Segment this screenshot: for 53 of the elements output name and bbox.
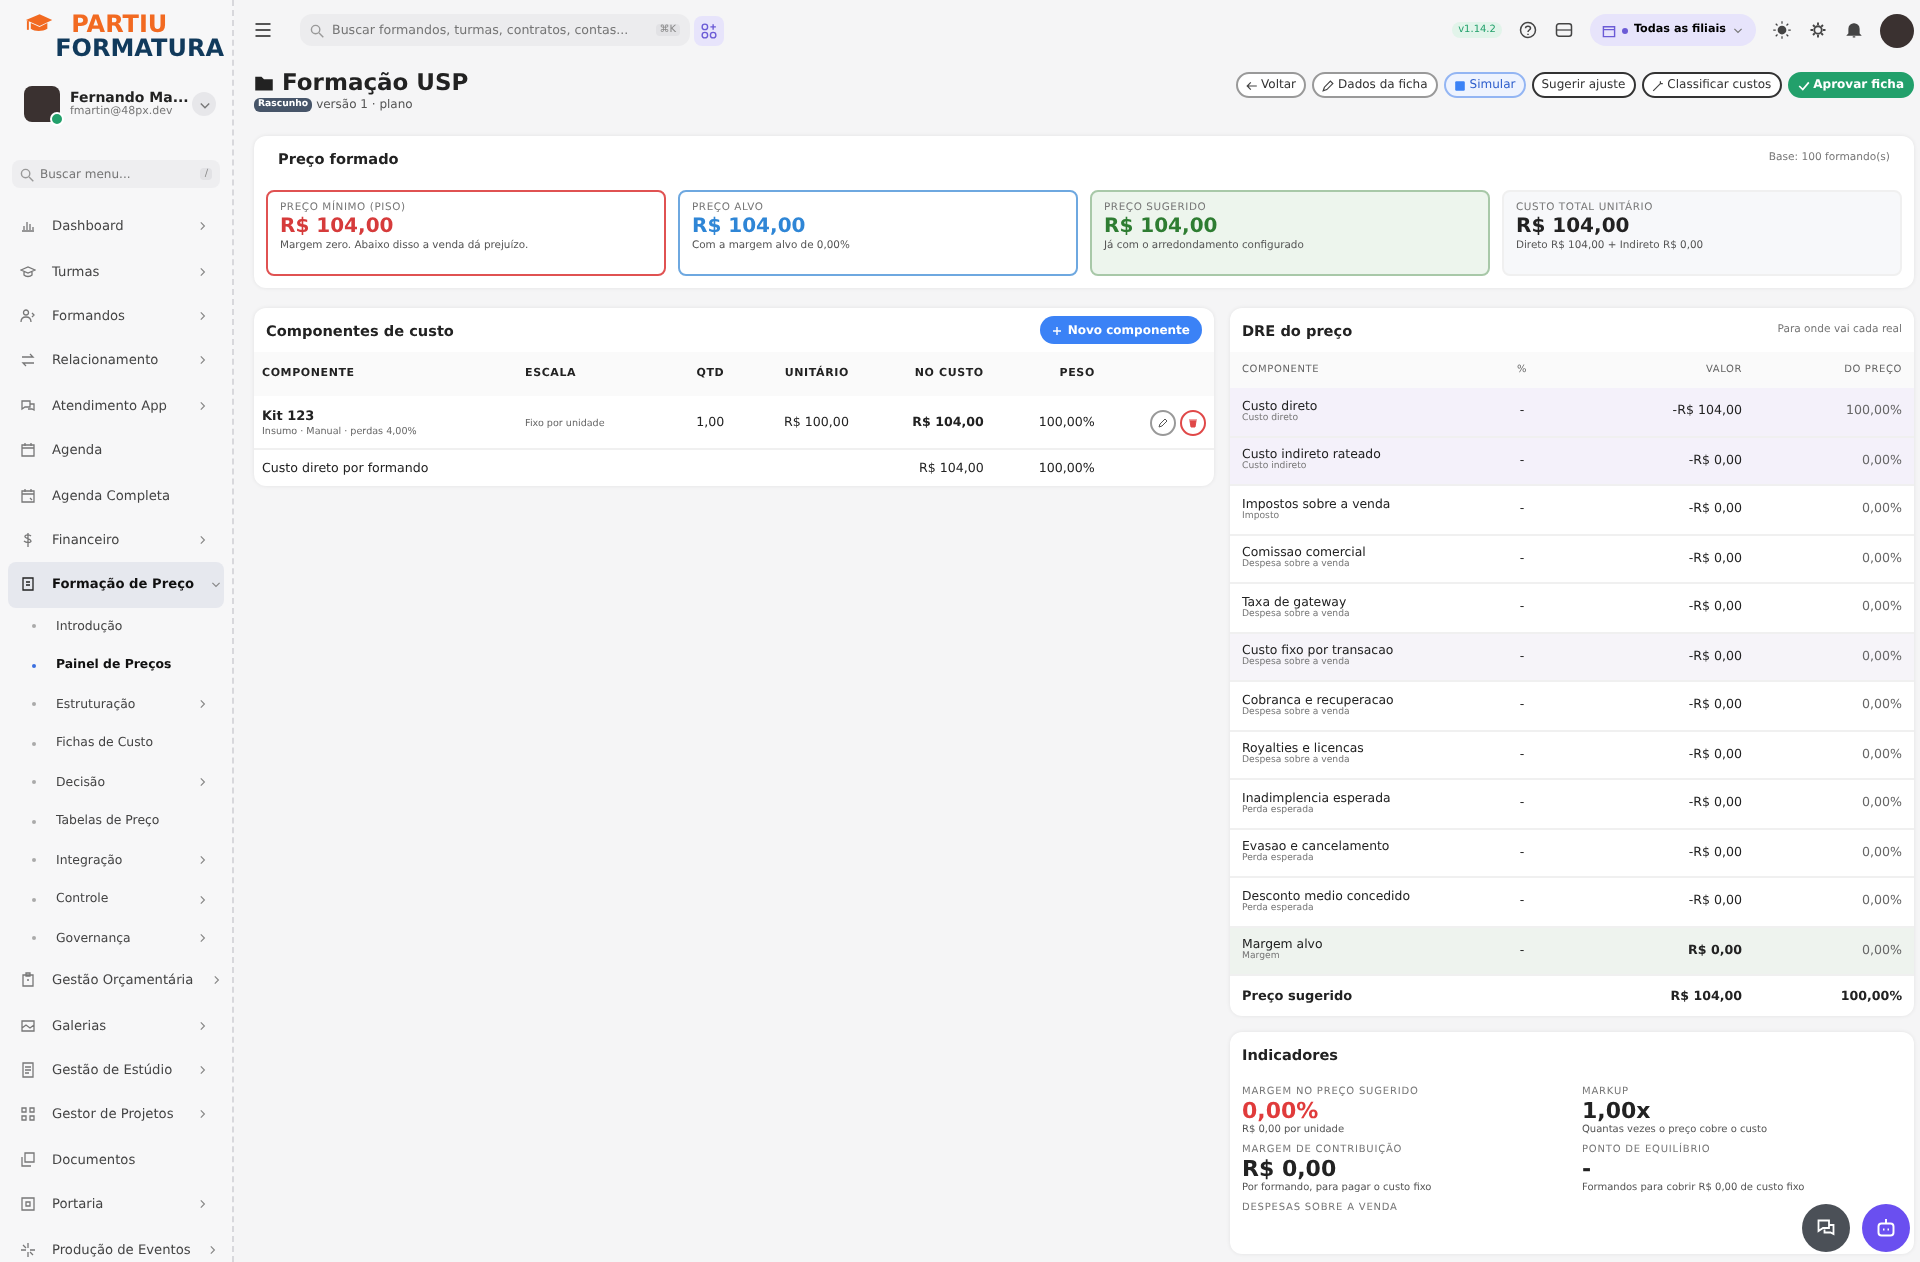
indicator-value: R$ 0,00: [1242, 1156, 1339, 1182]
bell-icon[interactable]: [1844, 20, 1864, 40]
chevron-down-icon: [197, 97, 211, 111]
price-value: R$ 104,00: [280, 216, 396, 238]
brand-name: PARTIU: [69, 12, 170, 36]
calendar-icon: [20, 487, 36, 504]
plus-icon: [1051, 325, 1062, 335]
delete-button[interactable]: [1180, 409, 1206, 435]
pencil-icon: [1157, 417, 1168, 427]
indicator-value: -: [1582, 1156, 1594, 1182]
brand-name: FORMATURA: [55, 36, 224, 60]
arrows-icon: [20, 352, 36, 369]
grid-icon: [20, 1106, 36, 1123]
folder-icon: [254, 73, 274, 91]
copy-icon: [20, 1151, 36, 1168]
clipboard-icon: [20, 972, 36, 989]
gear-icon[interactable]: [1808, 20, 1828, 40]
clipboard-icon: [20, 576, 36, 593]
search-icon: [310, 23, 324, 37]
indicator-value: 1,00x: [1582, 1098, 1653, 1124]
page-title: Formação USP: [282, 68, 469, 96]
avatar[interactable]: [1880, 13, 1914, 47]
sparkle-icon: [20, 1241, 36, 1258]
price-value: R$ 104,00: [1516, 216, 1632, 238]
graduation-cap-icon: [20, 263, 36, 280]
help-icon[interactable]: [1517, 20, 1538, 40]
sun-icon[interactable]: [1772, 20, 1792, 40]
edit-button[interactable]: [1149, 409, 1176, 435]
store-icon: [1601, 23, 1616, 37]
chat-icon: [20, 397, 36, 414]
image-icon: [20, 1017, 36, 1034]
check-icon: [1797, 79, 1810, 91]
bar-chart-icon: [20, 218, 36, 235]
price-value: R$ 104,00: [692, 216, 808, 238]
trash-icon: [1188, 417, 1198, 427]
arrow-left-icon: [1245, 79, 1258, 91]
indicator-value: 0,00%: [1242, 1098, 1321, 1124]
apps-icon[interactable]: [694, 15, 724, 45]
pencil-icon: [1322, 79, 1335, 91]
person-icon: [20, 307, 36, 324]
dollar-icon: [20, 531, 36, 548]
search-icon: [20, 167, 34, 181]
layout-icon[interactable]: [1553, 20, 1574, 40]
building-icon: [20, 1196, 36, 1213]
price-value: R$ 104,00: [1104, 216, 1220, 238]
chat-icon: [1814, 1216, 1838, 1240]
document-icon: [20, 1061, 36, 1078]
menu-icon[interactable]: [254, 22, 272, 38]
robot-icon: [1874, 1216, 1898, 1240]
user-menu-button[interactable]: [192, 92, 216, 116]
chevron-down-icon: [1732, 24, 1744, 36]
calendar-icon: [20, 442, 36, 459]
wand-icon: [1651, 79, 1664, 91]
